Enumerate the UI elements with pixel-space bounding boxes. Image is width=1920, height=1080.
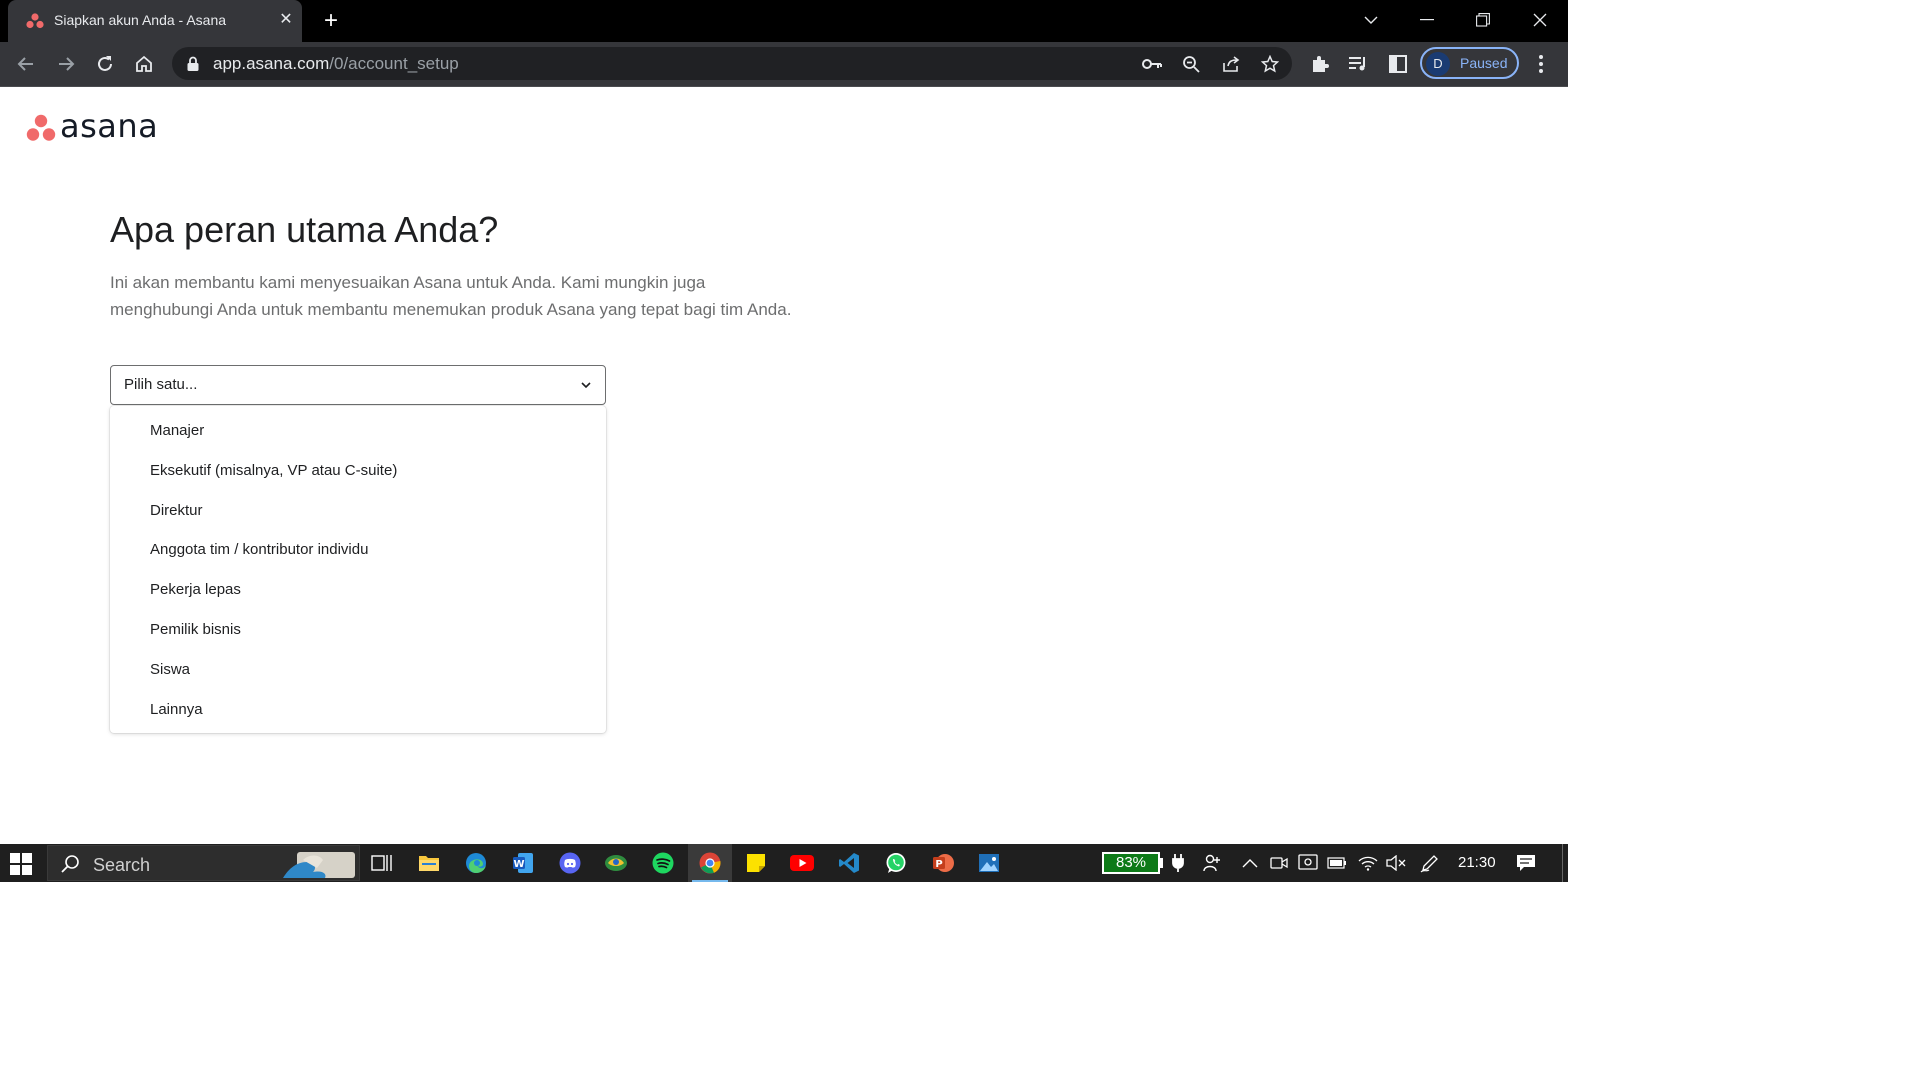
screen-capture-icon[interactable] (1298, 853, 1318, 873)
profile-status: Paused (1460, 55, 1508, 71)
role-option-manajer[interactable]: Manajer (110, 411, 606, 451)
role-option-eksekutif[interactable]: Eksekutif (misalnya, VP atau C-suite) (110, 451, 606, 491)
page-title: Apa peran utama Anda? (110, 209, 499, 250)
browser-tab[interactable]: Siapkan akun Anda - Asana ✕ (8, 0, 302, 42)
url-path: /0/account_setup (329, 54, 459, 73)
role-dropdown-menu: Manajer Eksekutif (misalnya, VP atau C-s… (110, 406, 606, 733)
youtube-icon[interactable] (780, 844, 824, 882)
role-option-anggota-tim[interactable]: Anggota tim / kontributor individu (110, 530, 606, 570)
page-content: asana Apa peran utama Anda? Ini akan mem… (0, 87, 1568, 844)
avatar: D (1426, 52, 1450, 76)
role-options-list: Manajer Eksekutif (misalnya, VP atau C-s… (110, 406, 606, 729)
minimize-icon[interactable] (1412, 6, 1442, 34)
browser-titlebar: Siapkan akun Anda - Asana ✕ + (0, 0, 1568, 42)
media-icon[interactable] (1344, 50, 1372, 78)
subtitle-line-2: menghubungi Anda untuk membantu menemuka… (110, 300, 792, 319)
page-subtitle: Ini akan membantu kami menyesuaikan Asan… (110, 269, 870, 323)
discord-icon[interactable] (548, 844, 592, 882)
maps-icon[interactable] (594, 844, 638, 882)
edge-icon[interactable] (454, 844, 498, 882)
wifi-icon[interactable] (1358, 853, 1378, 873)
meet-now-icon[interactable] (1269, 853, 1289, 873)
people-icon[interactable] (1203, 853, 1223, 873)
zoom-icon[interactable] (1179, 52, 1203, 76)
search-label: Search (93, 855, 151, 875)
power-plug-icon[interactable] (1168, 853, 1188, 873)
role-option-direktur[interactable]: Direktur (110, 491, 606, 531)
spotify-icon[interactable] (641, 844, 685, 882)
tab-search-icon[interactable] (1356, 6, 1386, 34)
show-desktop-button[interactable] (1562, 844, 1563, 882)
address-bar[interactable]: app.asana.com/0/account_setup (172, 47, 1292, 80)
whatsapp-icon[interactable] (874, 844, 918, 882)
url-host: app.asana.com (213, 54, 330, 73)
battery-icon[interactable] (1327, 853, 1347, 873)
tab-close-icon[interactable]: ✕ (276, 10, 296, 30)
role-option-pemilik-bisnis[interactable]: Pemilik bisnis (110, 610, 606, 650)
taskbar: Search W P 83% 21:30 (0, 844, 1568, 882)
vscode-icon[interactable] (827, 844, 871, 882)
clock[interactable]: 21:30 (1458, 854, 1496, 871)
asana-logo-icon (26, 114, 56, 141)
svg-text:W: W (513, 859, 524, 870)
svg-text:P: P (935, 859, 942, 870)
powerpoint-icon[interactable]: P (921, 844, 965, 882)
role-option-lainnya[interactable]: Lainnya (110, 690, 606, 730)
role-option-siswa[interactable]: Siswa (110, 650, 606, 690)
task-view-icon[interactable] (360, 844, 404, 882)
taskbar-search[interactable]: Search (47, 845, 360, 881)
side-panel-icon[interactable] (1384, 50, 1412, 78)
back-icon[interactable] (12, 50, 40, 78)
pen-icon[interactable] (1420, 853, 1440, 873)
extensions-icon[interactable] (1306, 50, 1334, 78)
menu-icon[interactable] (1527, 50, 1555, 78)
profile-button[interactable]: D Paused (1420, 47, 1519, 79)
role-select[interactable]: Pilih satu... (110, 365, 606, 405)
logo-wordmark: asana (60, 107, 159, 145)
battery-percent: 83% (1115, 854, 1147, 871)
speaker-muted-icon[interactable] (1386, 853, 1406, 873)
subtitle-line-1: Ini akan membantu kami menyesuaikan Asan… (110, 273, 706, 292)
forward-icon[interactable] (52, 50, 80, 78)
battery-tip (1160, 858, 1163, 868)
sticky-notes-icon[interactable] (734, 844, 778, 882)
lock-icon[interactable] (186, 56, 200, 72)
home-icon[interactable] (130, 50, 158, 78)
battery-indicator[interactable]: 83% (1102, 852, 1160, 874)
tab-title: Siapkan akun Anda - Asana (54, 12, 227, 28)
word-icon[interactable]: W (501, 844, 545, 882)
search-icon (61, 855, 79, 873)
photos-icon[interactable] (967, 844, 1011, 882)
chevron-down-icon (581, 382, 591, 389)
browser-toolbar: app.asana.com/0/account_setup D Paused (0, 42, 1568, 86)
role-select-value: Pilih satu... (124, 376, 198, 393)
star-icon[interactable] (1258, 52, 1282, 76)
asana-logo-icon (26, 13, 44, 29)
new-tab-icon[interactable]: + (318, 8, 344, 34)
notifications-icon[interactable] (1516, 853, 1536, 873)
role-option-pekerja-lepas[interactable]: Pekerja lepas (110, 570, 606, 610)
key-icon[interactable] (1140, 52, 1164, 76)
windows-start-icon[interactable] (10, 853, 32, 875)
search-highlight-icon (283, 852, 355, 878)
close-window-icon[interactable] (1525, 6, 1555, 34)
share-icon[interactable] (1219, 52, 1243, 76)
chevron-up-icon[interactable] (1240, 853, 1260, 873)
chrome-icon[interactable] (688, 844, 732, 882)
reload-icon[interactable] (91, 50, 119, 78)
file-explorer-icon[interactable] (407, 844, 451, 882)
url-text[interactable]: app.asana.com/0/account_setup (213, 54, 459, 74)
restore-icon[interactable] (1468, 6, 1498, 34)
